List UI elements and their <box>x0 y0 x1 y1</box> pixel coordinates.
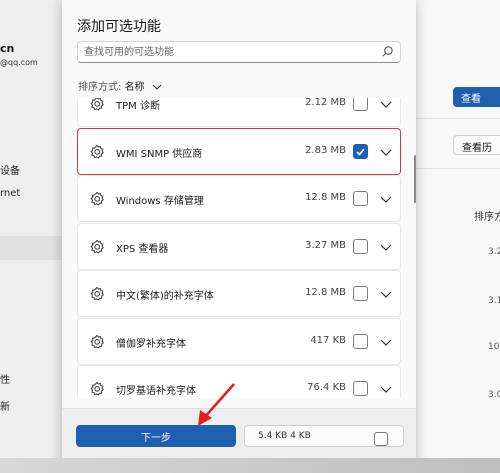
feature-checkbox[interactable] <box>353 381 368 396</box>
search-box[interactable] <box>77 41 401 63</box>
chevron-down-icon <box>152 84 162 90</box>
sort-column-header: 排序方 <box>474 212 500 223</box>
feature-checkbox[interactable] <box>353 333 368 349</box>
feature-name: 切罗基语补充字体 <box>116 386 196 397</box>
taskbar <box>0 458 500 473</box>
feature-size: 2.12 MB <box>305 98 346 108</box>
feature-list-item[interactable]: XPS 查看器 3.27 MB <box>77 222 401 270</box>
gear-icon <box>88 285 106 303</box>
chevron-down-icon[interactable] <box>380 384 392 394</box>
divider <box>416 118 500 119</box>
feature-name: WMI SNMP 供应商 <box>116 148 203 160</box>
chevron-down-icon[interactable] <box>380 337 392 347</box>
sort-label: 排序方式: <box>78 82 122 93</box>
feature-size: 76.4 KB <box>307 382 346 393</box>
view-history-button[interactable]: 查看历 <box>453 135 500 155</box>
sort-control[interactable]: 排序方式: 名称 <box>78 78 162 93</box>
feature-name: TPM 诊断 <box>116 101 160 112</box>
feature-checkbox[interactable] <box>353 143 368 159</box>
settings-content-right <box>416 0 500 473</box>
annotation-arrow-icon <box>198 383 235 426</box>
feature-name: 僧伽罗补充字体 <box>116 338 186 350</box>
gear-icon <box>88 143 106 161</box>
view-features-button[interactable]: 查看 <box>453 87 500 107</box>
sidebar-item-devices[interactable]: 设备 <box>0 162 62 177</box>
feature-list: TPM 诊断 2.12 MB WMI SNMP 供应商 2.83 MB Windows … <box>77 98 401 398</box>
feature-name: XPS 查看器 <box>116 243 169 255</box>
sidebar-item-network[interactable]: rnet <box>0 188 62 199</box>
size-value: 10. <box>488 342 500 352</box>
user-name: cn <box>0 42 15 55</box>
sidebar-item-update[interactable]: 新 <box>0 398 62 413</box>
chevron-down-icon[interactable] <box>380 242 392 252</box>
size-value: 3.1 <box>488 296 500 306</box>
feature-size: 3.27 MB <box>305 239 346 251</box>
feature-size: 2.83 MB <box>305 144 346 156</box>
chevron-down-icon[interactable] <box>380 289 392 299</box>
gear-icon <box>88 238 106 256</box>
sidebar-item-accessibility[interactable]: 性 <box>0 371 62 386</box>
gear-icon <box>88 333 106 351</box>
user-email: @qq.com <box>0 58 38 67</box>
feature-list-item[interactable]: Windows 存储管理 12.8 MB <box>77 175 401 222</box>
chevron-down-icon[interactable] <box>380 99 392 109</box>
gear-icon <box>88 98 106 113</box>
feature-checkbox[interactable] <box>353 238 368 254</box>
feature-checkbox[interactable] <box>353 98 368 111</box>
feature-list-item[interactable]: TPM 诊断 2.12 MB <box>77 98 401 127</box>
size-value: 3.2 <box>488 247 500 257</box>
feature-size: 417 KB <box>310 334 346 346</box>
background-size-text: 5.4 KB 4 KB <box>258 431 311 441</box>
feature-checkbox[interactable] <box>353 286 368 301</box>
size-value: 3.0 <box>488 390 500 400</box>
feature-name: 中文(繁体)的补充字体 <box>116 291 214 302</box>
chevron-down-icon[interactable] <box>380 194 392 204</box>
feature-size: 12.8 MB <box>305 287 346 298</box>
feature-list-item[interactable]: 僧伽罗补充字体 417 KB <box>77 317 401 365</box>
gear-icon <box>88 380 106 398</box>
sort-value: 名称 <box>124 82 145 93</box>
feature-name: Windows 存储管理 <box>116 196 204 207</box>
search-input[interactable] <box>78 42 368 62</box>
gear-icon <box>88 190 106 208</box>
divider <box>416 168 500 169</box>
user-profile: cn @qq.com <box>0 42 62 67</box>
feature-checkbox[interactable] <box>353 191 368 206</box>
feature-size: 12.8 MB <box>305 192 346 203</box>
search-icon <box>382 46 393 57</box>
feature-list-item[interactable]: 中文(繁体)的补充字体 12.8 MB <box>77 270 401 317</box>
feature-list-item[interactable]: WMI SNMP 供应商 2.83 MB <box>77 127 401 175</box>
list-scrollbar[interactable] <box>414 155 416 203</box>
chevron-down-icon[interactable] <box>380 147 392 157</box>
background-checkbox[interactable] <box>374 432 388 446</box>
sidebar-item-selected[interactable] <box>0 236 62 260</box>
dialog-title: 添加可选功能 <box>77 19 161 35</box>
